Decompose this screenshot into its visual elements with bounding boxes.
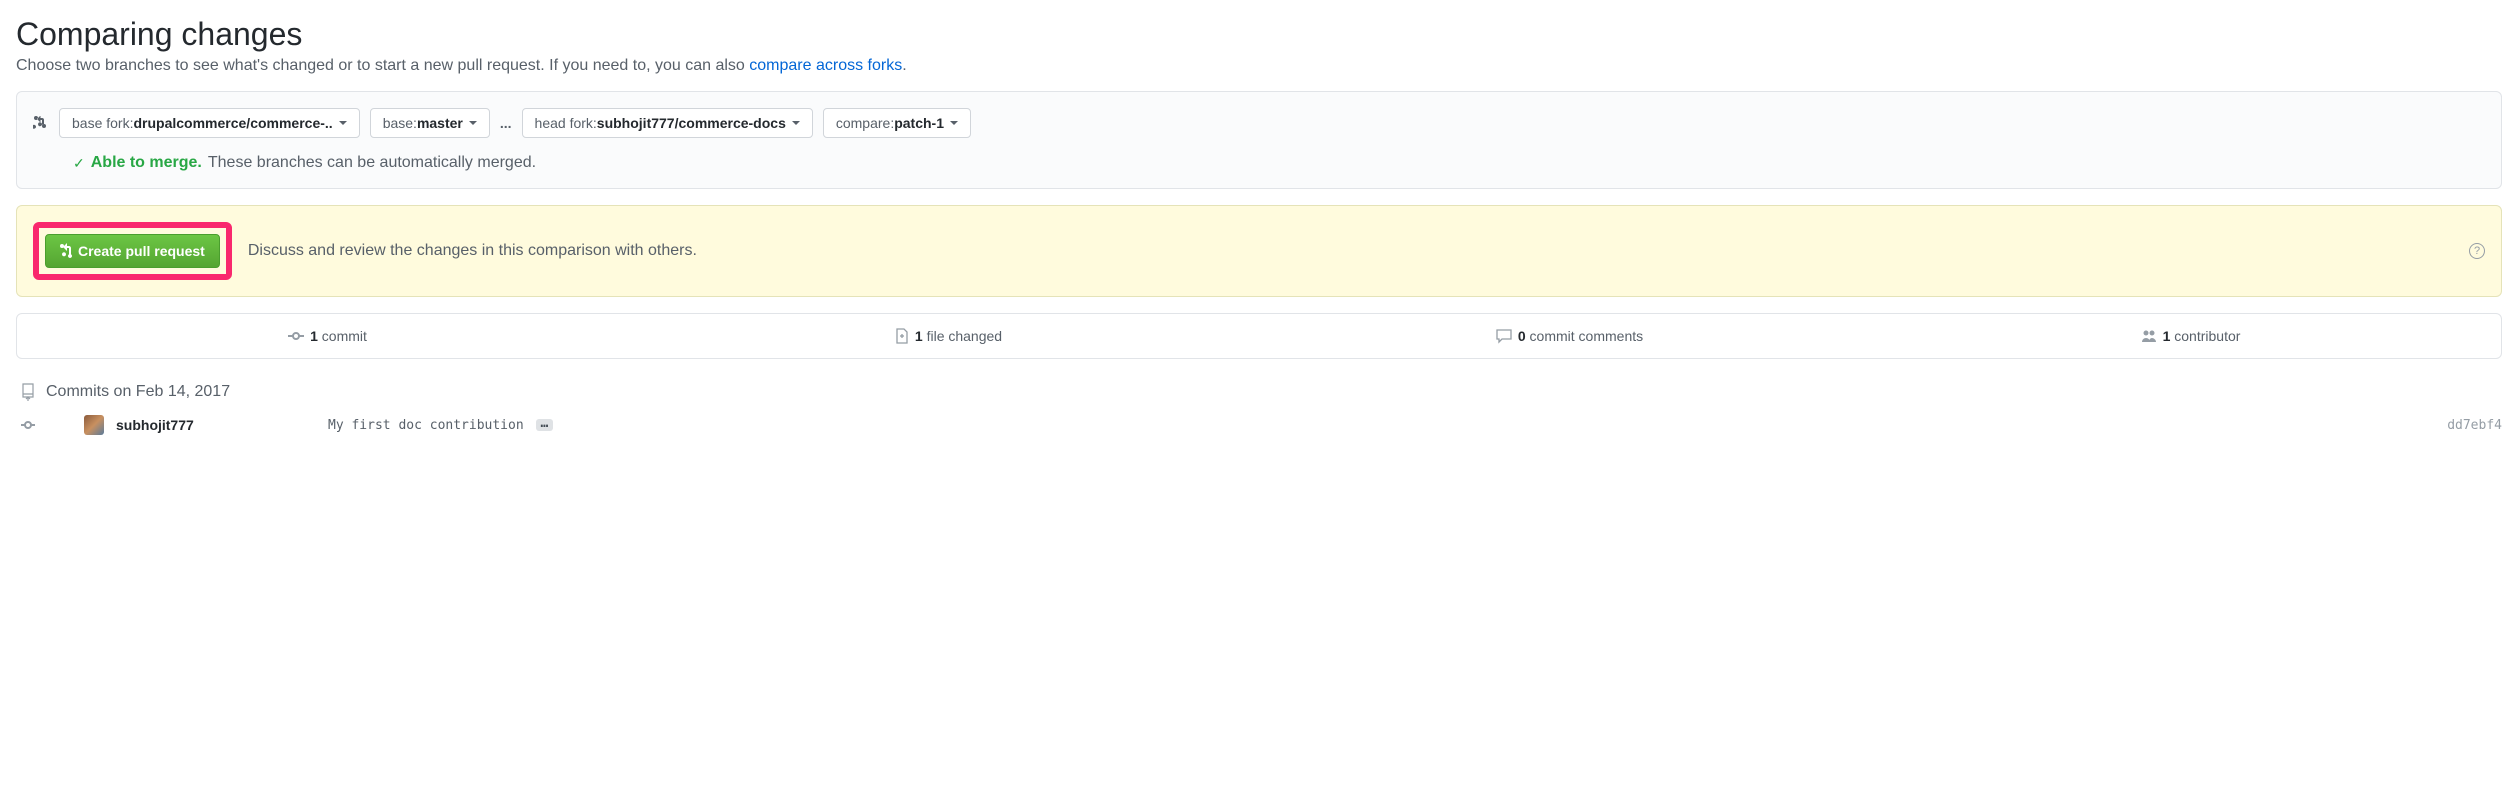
file-diff-icon: [895, 328, 909, 344]
dots-separator: ...: [500, 115, 512, 131]
base-fork-label: base fork:: [72, 115, 133, 131]
stat-files[interactable]: 1 file changed: [638, 314, 1259, 358]
discuss-box: Create pull request Discuss and review t…: [16, 205, 2502, 297]
chevron-down-icon: [469, 121, 477, 125]
base-fork-select[interactable]: base fork: drupalcommerce/commerce-..: [59, 108, 360, 138]
compare-box: base fork: drupalcommerce/commerce-.. ba…: [16, 91, 2502, 189]
repo-push-icon: [20, 383, 36, 401]
git-compare-icon: [33, 115, 49, 131]
highlight-annotation: Create pull request: [33, 222, 232, 280]
comments-label: commit comments: [1526, 328, 1643, 344]
merge-status: ✓ Able to merge. These branches can be a…: [73, 154, 2485, 172]
compare-branch-select[interactable]: compare: patch-1: [823, 108, 971, 138]
base-value: master: [417, 115, 463, 131]
commit-message[interactable]: My first doc contribution …: [328, 418, 2435, 433]
discuss-text: Discuss and review the changes in this c…: [248, 242, 697, 260]
page-title: Comparing changes: [16, 16, 2502, 53]
compare-value: patch-1: [894, 115, 944, 131]
comment-icon: [1496, 328, 1512, 344]
head-fork-label: head fork:: [535, 115, 597, 131]
commit-row: subhojit777 My first doc contribution … …: [16, 415, 2502, 435]
git-pull-request-icon: [60, 243, 72, 259]
stats-box: 1 commit 1 file changed 0 commit comment…: [16, 313, 2502, 359]
branch-row: base fork: drupalcommerce/commerce-.. ba…: [33, 108, 2485, 138]
commit-icon: [288, 328, 304, 344]
chevron-down-icon: [950, 121, 958, 125]
check-icon: ✓: [73, 155, 85, 172]
stat-contributors[interactable]: 1 contributor: [1880, 314, 2501, 358]
avatar[interactable]: [84, 415, 104, 435]
subtitle-suffix: .: [902, 57, 906, 74]
base-label: base:: [383, 115, 417, 131]
base-fork-value: drupalcommerce/commerce-..: [133, 115, 332, 131]
base-branch-select[interactable]: base: master: [370, 108, 490, 138]
compare-label: compare:: [836, 115, 894, 131]
commit-message-text: My first doc contribution: [328, 418, 524, 433]
commits-date-header: Commits on Feb 14, 2017: [16, 383, 2502, 401]
head-fork-value: subhojit777/commerce-docs: [597, 115, 786, 131]
commits-count: 1: [310, 328, 318, 344]
commit-dot-icon: [21, 418, 35, 432]
chevron-down-icon: [339, 121, 347, 125]
chevron-down-icon: [792, 121, 800, 125]
commit-hash[interactable]: dd7ebf4: [2447, 418, 2502, 433]
comments-count: 0: [1518, 328, 1526, 344]
help-icon[interactable]: ?: [2469, 243, 2485, 259]
stat-comments[interactable]: 0 commit comments: [1259, 314, 1880, 358]
files-count: 1: [915, 328, 923, 344]
merge-status-text: Able to merge.: [91, 154, 202, 172]
create-pull-request-button[interactable]: Create pull request: [45, 234, 220, 268]
subtitle-text: Choose two branches to see what's change…: [16, 57, 749, 74]
contributors-label: contributor: [2170, 328, 2240, 344]
commits-section: Commits on Feb 14, 2017 subhojit777 My f…: [16, 383, 2502, 435]
create-pr-label: Create pull request: [78, 243, 205, 259]
page-subtitle: Choose two branches to see what's change…: [16, 57, 2502, 75]
commit-author[interactable]: subhojit777: [116, 417, 316, 433]
files-label: file changed: [923, 328, 1002, 344]
merge-status-desc: These branches can be automatically merg…: [208, 154, 536, 172]
stat-commits[interactable]: 1 commit: [17, 314, 638, 358]
people-icon: [2141, 328, 2157, 344]
commit-expand-ellipsis[interactable]: …: [536, 419, 554, 431]
commits-date-label: Commits on Feb 14, 2017: [46, 383, 230, 401]
commits-label: commit: [318, 328, 367, 344]
compare-across-forks-link[interactable]: compare across forks: [749, 57, 902, 74]
head-fork-select[interactable]: head fork: subhojit777/commerce-docs: [522, 108, 813, 138]
